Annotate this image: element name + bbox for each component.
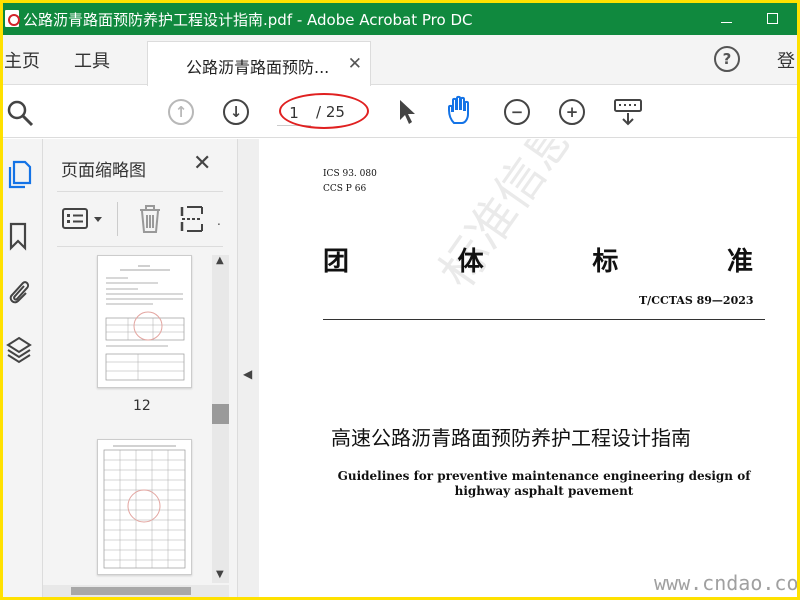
window-title: 公路沥青路面预防养护工程设计指南.pdf - Adobe Acrobat Pro… <box>23 11 473 29</box>
page-thumbnails-panel: 页面缩略图 ✕ . 12 ▲ ▼ <box>43 139 237 597</box>
document-view: 标准信息平台 ICS 93. 080 CCS P 66 团 体 标 准 T/CC… <box>259 139 797 597</box>
standard-char: 标 <box>592 247 619 277</box>
site-watermark: www.cndao.com <box>654 571 797 595</box>
close-panel-icon[interactable]: ✕ <box>193 151 211 176</box>
arrow-down-icon: ↓ <box>229 103 243 121</box>
search-icon[interactable] <box>5 98 35 128</box>
panel-splitter[interactable]: ◀ <box>237 139 259 597</box>
ccs-code: CCS P 66 <box>323 184 367 194</box>
layers-icon[interactable] <box>6 335 32 365</box>
maximize-icon <box>766 13 778 24</box>
document-title-chinese: 高速公路沥青路面预防养护工程设计指南 <box>331 426 691 450</box>
document-tab-label: 公路沥青路面预防... <box>186 58 330 77</box>
zoom-in-button[interactable]: + <box>559 99 585 125</box>
close-tab-icon[interactable]: ✕ <box>348 54 362 74</box>
zoom-out-button[interactable]: − <box>504 99 530 125</box>
page-thumbnails-icon[interactable] <box>6 159 32 189</box>
vertical-scroll-thumb[interactable] <box>212 404 229 424</box>
thumbnail-content-icon <box>103 445 186 569</box>
panel-title: 页面缩略图 <box>61 161 146 181</box>
thumbnail-content-icon <box>105 265 185 381</box>
left-navigation-rail <box>3 139 43 597</box>
select-cursor-icon[interactable] <box>396 98 418 126</box>
title-bar: 公路沥青路面预防养护工程设计指南.pdf - Adobe Acrobat Pro… <box>3 3 797 35</box>
tab-tools[interactable]: 工具 <box>74 47 110 73</box>
extract-page-icon[interactable] <box>179 204 205 234</box>
acrobat-window: 公路沥青路面预防养护工程设计指南.pdf - Adobe Acrobat Pro… <box>3 3 797 597</box>
standard-type-heading: 团 体 标 准 <box>323 241 753 278</box>
tab-document[interactable]: 公路沥青路面预防... ✕ <box>147 41 371 86</box>
red-annotation-ellipse <box>279 93 369 129</box>
hand-tool-icon[interactable] <box>446 95 476 127</box>
main-toolbar: ↑ ↓ / 25 − + <box>3 86 797 138</box>
minimize-button[interactable] <box>703 3 749 35</box>
delete-page-icon[interactable] <box>137 204 163 234</box>
document-title-english: Guidelines for preventive maintenance en… <box>337 469 751 498</box>
collapse-panel-icon[interactable]: ◀ <box>243 367 252 381</box>
page-thumbnail[interactable] <box>97 255 192 388</box>
tab-home[interactable]: 主页 <box>4 47 40 73</box>
ics-code: ICS 93. 080 <box>323 169 377 179</box>
toolbar-divider <box>117 202 118 236</box>
header-rule <box>323 319 765 320</box>
standard-char: 团 <box>323 247 350 277</box>
minimize-icon <box>720 21 732 23</box>
bookmark-icon[interactable] <box>6 221 30 251</box>
thumbnail-list: 12 <box>43 249 237 597</box>
plus-icon: + <box>565 103 579 121</box>
scroll-down-icon[interactable]: ▼ <box>216 569 224 580</box>
standard-code: T/CCTAS 89—2023 <box>639 294 754 307</box>
maximize-button[interactable] <box>749 3 795 35</box>
minus-icon: − <box>510 103 524 121</box>
page-thumbnail[interactable] <box>97 439 192 575</box>
help-button[interactable]: ? <box>714 46 740 72</box>
acrobat-app-icon <box>5 10 20 27</box>
thumbnail-page-number: 12 <box>133 398 151 414</box>
horizontal-scroll-thumb[interactable] <box>71 587 191 595</box>
previous-page-button[interactable]: ↑ <box>168 99 194 125</box>
arrow-up-icon: ↑ <box>174 103 188 121</box>
standard-char: 体 <box>457 247 484 277</box>
scroll-up-icon[interactable]: ▲ <box>216 255 224 266</box>
next-page-button[interactable]: ↓ <box>223 99 249 125</box>
thumbnail-options-icon[interactable] <box>61 206 107 232</box>
more-tools-icon[interactable]: . <box>217 214 221 228</box>
attachment-icon[interactable] <box>6 276 32 306</box>
keyboard-scroll-icon[interactable] <box>613 98 643 126</box>
standard-char: 准 <box>726 247 753 277</box>
thumbnail-toolbar: . <box>57 191 223 247</box>
login-button[interactable]: 登 <box>777 47 795 73</box>
tab-bar: 主页 工具 公路沥青路面预防... ✕ ? 登 <box>3 35 797 86</box>
